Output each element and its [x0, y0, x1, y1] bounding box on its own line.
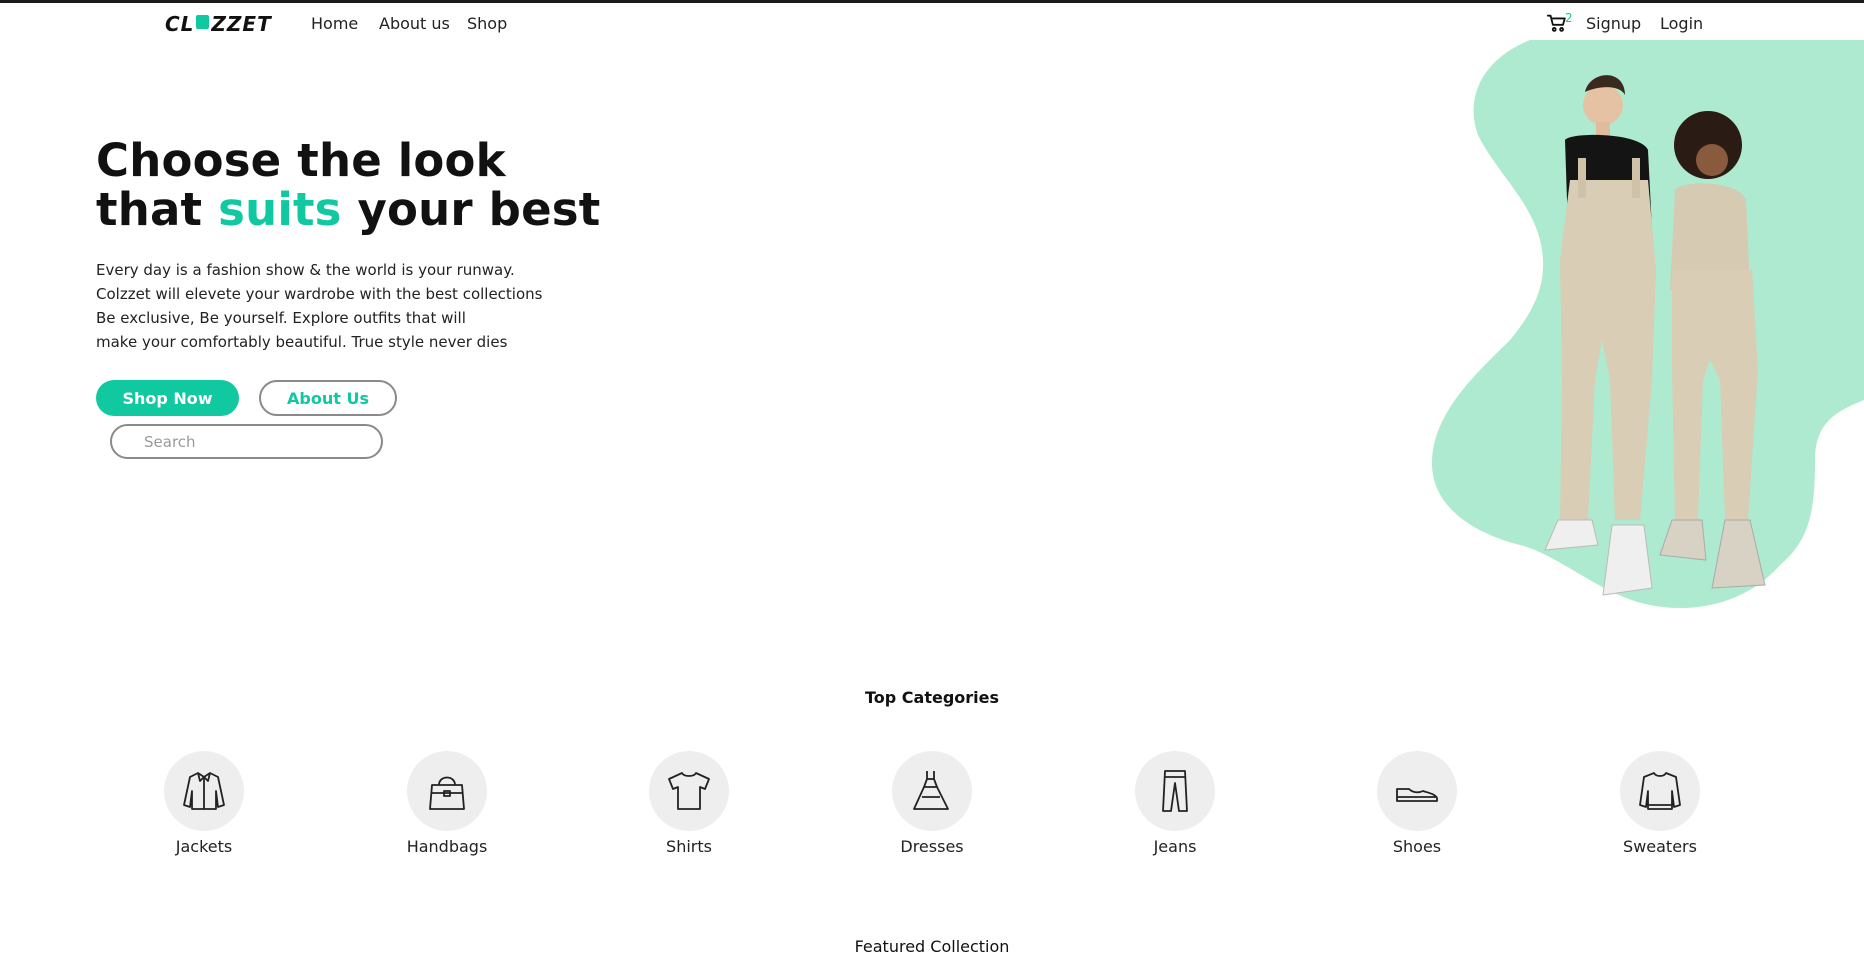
shop-now-button[interactable]: Shop Now	[96, 380, 239, 416]
category-shirts[interactable]: Shirts	[629, 751, 749, 856]
category-label: Handbags	[406, 837, 488, 856]
hero-description: Every day is a fashion show & the world …	[96, 258, 556, 354]
hero-title-line1: Choose the look	[96, 134, 506, 187]
shirt-icon	[668, 772, 710, 810]
category-shoes[interactable]: Shoes	[1357, 751, 1477, 856]
handbag-icon	[429, 776, 465, 810]
category-circle	[649, 751, 729, 831]
search-input[interactable]	[110, 424, 383, 459]
nav-shop[interactable]: Shop	[467, 14, 507, 33]
shoe-icon	[1396, 788, 1438, 802]
top-categories-title: Top Categories	[864, 688, 1000, 707]
category-circle	[1620, 751, 1700, 831]
hero-image	[1420, 40, 1864, 620]
nav-signup[interactable]: Signup	[1586, 14, 1641, 33]
category-handbags[interactable]: Handbags	[387, 751, 507, 856]
hero-title: Choose the look that suits your best	[96, 136, 600, 234]
hero-description-line: Colzzet will elevete your wardrobe with …	[96, 285, 543, 303]
nav-home[interactable]: Home	[311, 14, 358, 33]
hero-title-accent: suits	[218, 183, 342, 236]
featured-collection-title: Featured Collection	[854, 937, 1010, 956]
about-us-button[interactable]: About Us	[259, 380, 397, 416]
logo[interactable]: CL ZZET	[165, 12, 272, 36]
logo-bag-icon	[196, 15, 210, 29]
category-label: Dresses	[900, 837, 964, 856]
hero-title-post: your best	[341, 183, 601, 236]
hero-description-line: Every day is a fashion show & the world …	[96, 261, 515, 279]
hero-description-line: Be exclusive, Be yourself. Explore outfi…	[96, 309, 466, 327]
logo-text-right: ZZET	[211, 12, 272, 36]
sweater-icon	[1639, 772, 1681, 810]
category-label: Sweaters	[1623, 837, 1697, 856]
jacket-icon	[183, 772, 225, 810]
nav-about[interactable]: About us	[379, 14, 450, 33]
category-label: Jackets	[175, 837, 233, 856]
category-circle	[1377, 751, 1457, 831]
category-circle	[164, 751, 244, 831]
category-label: Jeans	[1153, 837, 1197, 856]
category-sweaters[interactable]: Sweaters	[1600, 751, 1720, 856]
hero-title-pre: that	[96, 183, 219, 236]
category-circle	[1135, 751, 1215, 831]
category-circle	[892, 751, 972, 831]
navbar: CL ZZET Home About us Shop 2 Signup Logi…	[0, 3, 1864, 41]
category-label: Shirts	[666, 837, 712, 856]
category-dresses[interactable]: Dresses	[872, 751, 992, 856]
jeans-icon	[1162, 770, 1188, 812]
dress-icon	[913, 771, 949, 810]
category-jackets[interactable]: Jackets	[144, 751, 264, 856]
category-label: Shoes	[1392, 837, 1442, 856]
category-circle	[407, 751, 487, 831]
category-jeans[interactable]: Jeans	[1115, 751, 1235, 856]
logo-text-left: CL	[165, 12, 195, 36]
cart-count-badge: 2	[1565, 11, 1573, 25]
hero-description-line: make your comfortably beautiful. True st…	[96, 333, 508, 351]
nav-login[interactable]: Login	[1660, 14, 1703, 33]
